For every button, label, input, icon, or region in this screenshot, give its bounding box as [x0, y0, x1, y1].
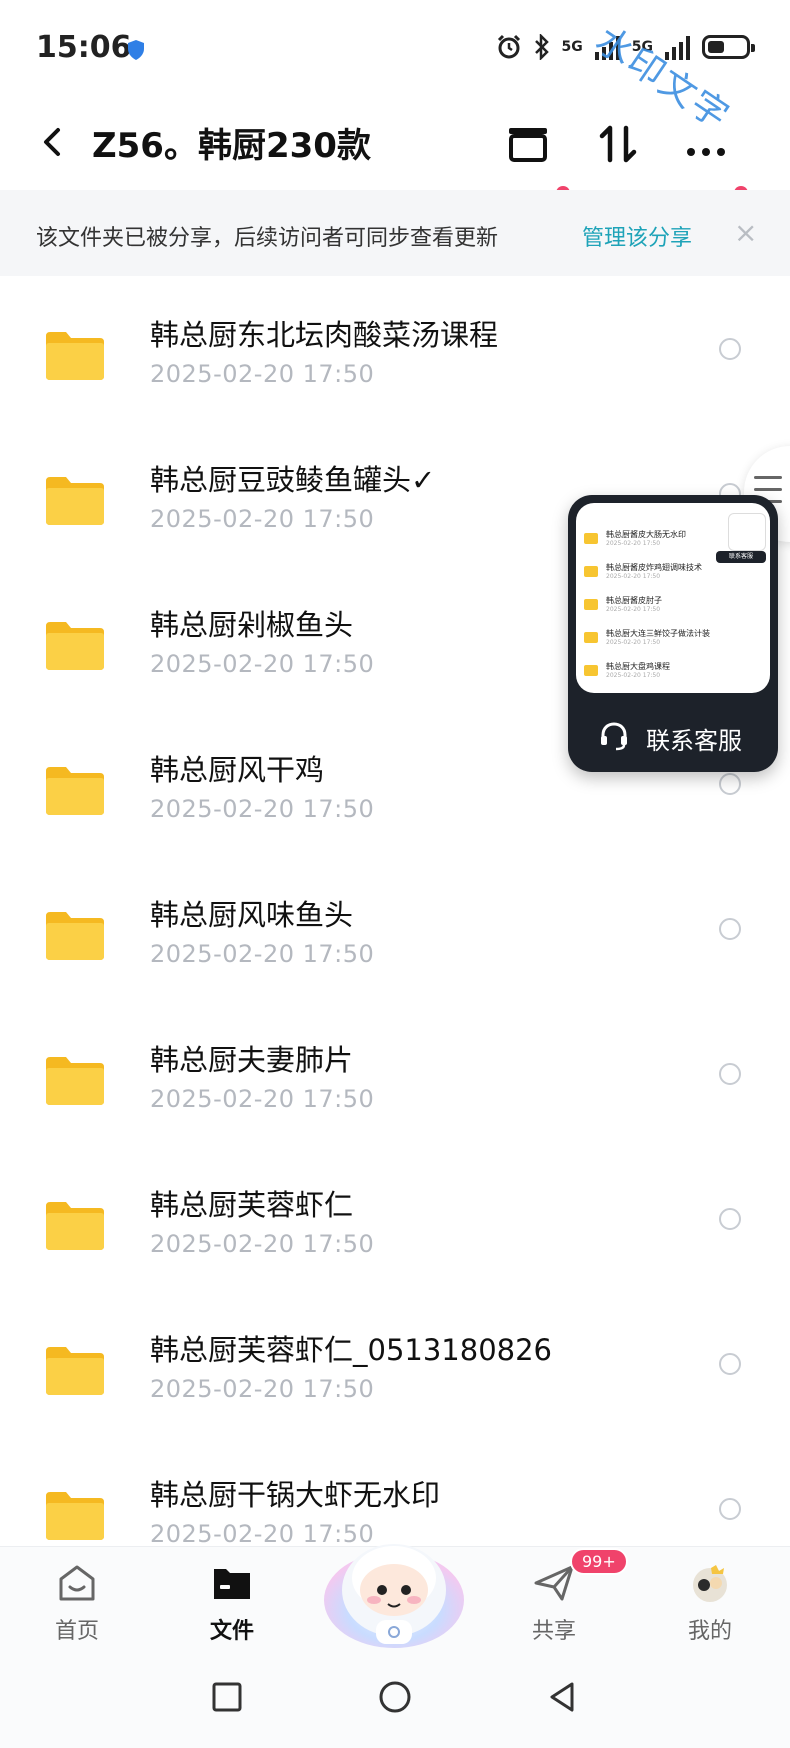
file-date: 2025-02-20 17:50 — [150, 360, 375, 388]
archive-icon[interactable] — [498, 114, 558, 174]
share-banner: 该文件夹已被分享，后续访问者可同步查看更新 管理该分享 × — [0, 190, 790, 276]
select-radio[interactable] — [719, 338, 741, 360]
file-date: 2025-02-20 17:50 — [150, 650, 375, 678]
preview-date: 2025-02-20 17:50 — [606, 672, 661, 679]
bluetooth-icon — [534, 34, 549, 60]
folder-icon — [46, 332, 104, 380]
sort-icon[interactable] — [588, 114, 648, 174]
mascot-button[interactable] — [318, 1520, 470, 1650]
preview-name: 韩总厨酱皮肘子 — [606, 596, 662, 605]
file-row[interactable]: 韩总厨芙蓉虾仁 2025-02-20 17:50 — [0, 1146, 790, 1291]
home-icon — [59, 1565, 95, 1601]
preview-name: 韩总厨酱皮炸鸡翅调味技术 — [606, 563, 702, 572]
preview-row: 韩总厨酱皮炸鸡翅调味技术 2025-02-20 17:50 — [584, 562, 764, 582]
send-icon — [534, 1565, 574, 1601]
file-date: 2025-02-20 17:50 — [150, 1230, 375, 1258]
folder-icon — [46, 1057, 104, 1105]
home-circle-icon[interactable] — [378, 1680, 412, 1714]
file-row[interactable]: 韩总厨夫妻肺片 2025-02-20 17:50 — [0, 1001, 790, 1146]
preview-date: 2025-02-20 17:50 — [606, 573, 661, 580]
file-name: 韩总厨干锅大虾无水印 — [150, 1478, 441, 1512]
file-list: 韩总厨东北坛肉酸菜汤课程 2025-02-20 17:50 韩总厨豆豉鲮鱼罐头✓ 20… — [0, 276, 790, 1546]
share-count-badge: 99+ — [570, 1548, 628, 1575]
select-radio[interactable] — [719, 1498, 741, 1520]
file-date: 2025-02-20 17:50 — [150, 505, 375, 533]
mini-folder-icon — [584, 599, 598, 610]
page-title: Z56。韩厨230款 — [92, 126, 371, 166]
status-bar: 15:06 5G 5G 水印文字 — [0, 0, 790, 138]
file-row[interactable]: 韩总厨芙蓉虾仁_0513180826 2025-02-20 17:50 — [0, 1291, 790, 1436]
file-date: 2025-02-20 17:50 — [150, 1375, 375, 1403]
mini-folder-icon — [584, 665, 598, 676]
folder-icon — [46, 1492, 104, 1540]
file-row[interactable]: 韩总厨风味鱼头 2025-02-20 17:50 — [0, 856, 790, 1001]
folder-icon — [46, 767, 104, 815]
service-preview: 联系客服 韩总厨酱皮大肠无水印 2025-02-20 17:50 韩总厨酱皮炸鸡翅调… — [576, 503, 770, 693]
customer-service-widget[interactable]: 联系客服 韩总厨酱皮大肠无水印 2025-02-20 17:50 韩总厨酱皮炸鸡翅调… — [568, 495, 778, 772]
nav-files[interactable]: 文件 — [172, 1547, 292, 1651]
nav-home-label: 首页 — [54, 1619, 99, 1644]
preview-date: 2025-02-20 17:50 — [606, 606, 661, 613]
file-name: 韩总厨豆豉鲮鱼罐头✓ — [150, 463, 436, 497]
file-date: 2025-02-20 17:50 — [150, 795, 375, 823]
header: Z56。韩厨230款 — [0, 100, 790, 200]
file-name: 韩总厨芙蓉虾仁 — [150, 1188, 354, 1222]
file-name: 韩总厨芙蓉虾仁_0513180826 — [150, 1333, 553, 1367]
file-date: 2025-02-20 17:50 — [150, 1085, 375, 1113]
mini-folder-icon — [584, 533, 598, 544]
file-name: 韩总厨风味鱼头 — [150, 898, 354, 932]
preview-row: 韩总厨大连三鲜饺子做法计装 2025-02-20 17:50 — [584, 628, 764, 648]
recent-apps-icon[interactable] — [210, 1680, 244, 1714]
preview-name: 韩总厨大连三鲜饺子做法计装 — [606, 629, 710, 638]
preview-date: 2025-02-20 17:50 — [606, 639, 661, 646]
status-time: 15:06 — [36, 30, 132, 65]
folder-icon — [46, 912, 104, 960]
headset-icon — [601, 722, 627, 751]
preview-row: 韩总厨酱皮大肠无水印 2025-02-20 17:50 — [584, 529, 764, 549]
folder-icon — [46, 477, 104, 525]
folder-icon — [46, 1347, 104, 1395]
file-row[interactable]: 韩总厨东北坛肉酸菜汤课程 2025-02-20 17:50 — [0, 276, 790, 421]
preview-name: 韩总厨大盘鸡课程 — [606, 662, 670, 671]
contact-service-label: 联系客服 — [646, 727, 742, 755]
mini-folder-icon — [584, 632, 598, 643]
system-nav — [0, 1650, 790, 1748]
mini-folder-icon — [584, 566, 598, 577]
manage-share-link[interactable]: 管理该分享 — [582, 220, 692, 252]
file-name: 韩总厨夫妻肺片 — [150, 1043, 354, 1077]
select-radio[interactable] — [719, 1208, 741, 1230]
select-radio[interactable] — [719, 1353, 741, 1375]
nav-home[interactable]: 首页 — [17, 1547, 137, 1651]
file-name: 韩总厨风干鸡 — [150, 753, 325, 787]
battery-icon — [702, 35, 755, 59]
nav-me[interactable]: 我的 — [650, 1547, 770, 1651]
nav-me-label: 我的 — [687, 1619, 732, 1644]
folder-icon — [46, 622, 104, 670]
nav-files-label: 文件 — [209, 1619, 254, 1644]
avatar-icon — [693, 1565, 727, 1602]
close-banner-icon[interactable]: × — [734, 216, 757, 249]
select-radio[interactable] — [719, 773, 741, 795]
more-icon[interactable] — [676, 114, 736, 174]
folder-icon — [46, 1202, 104, 1250]
back-icon[interactable] — [38, 122, 68, 162]
share-banner-message: 该文件夹已被分享，后续访问者可同步查看更新 — [36, 226, 499, 251]
shield-icon — [128, 40, 144, 60]
folder-icon — [214, 1569, 250, 1599]
preview-date: 2025-02-20 17:50 — [606, 540, 661, 547]
file-name: 韩总厨东北坛肉酸菜汤课程 — [150, 318, 499, 352]
alarm-icon — [497, 34, 520, 59]
network-type-1: 5G — [561, 39, 583, 55]
preview-name: 韩总厨酱皮大肠无水印 — [606, 530, 686, 539]
select-radio[interactable] — [719, 1063, 741, 1085]
select-radio[interactable] — [719, 918, 741, 940]
preview-row: 韩总厨大盘鸡课程 2025-02-20 17:50 — [584, 661, 764, 681]
file-date: 2025-02-20 17:50 — [150, 940, 375, 968]
back-triangle-icon[interactable] — [546, 1680, 580, 1714]
preview-row: 韩总厨酱皮肘子 2025-02-20 17:50 — [584, 595, 764, 615]
nav-share-label: 共享 — [531, 1619, 576, 1644]
file-name: 韩总厨剁椒鱼头 — [150, 608, 354, 642]
